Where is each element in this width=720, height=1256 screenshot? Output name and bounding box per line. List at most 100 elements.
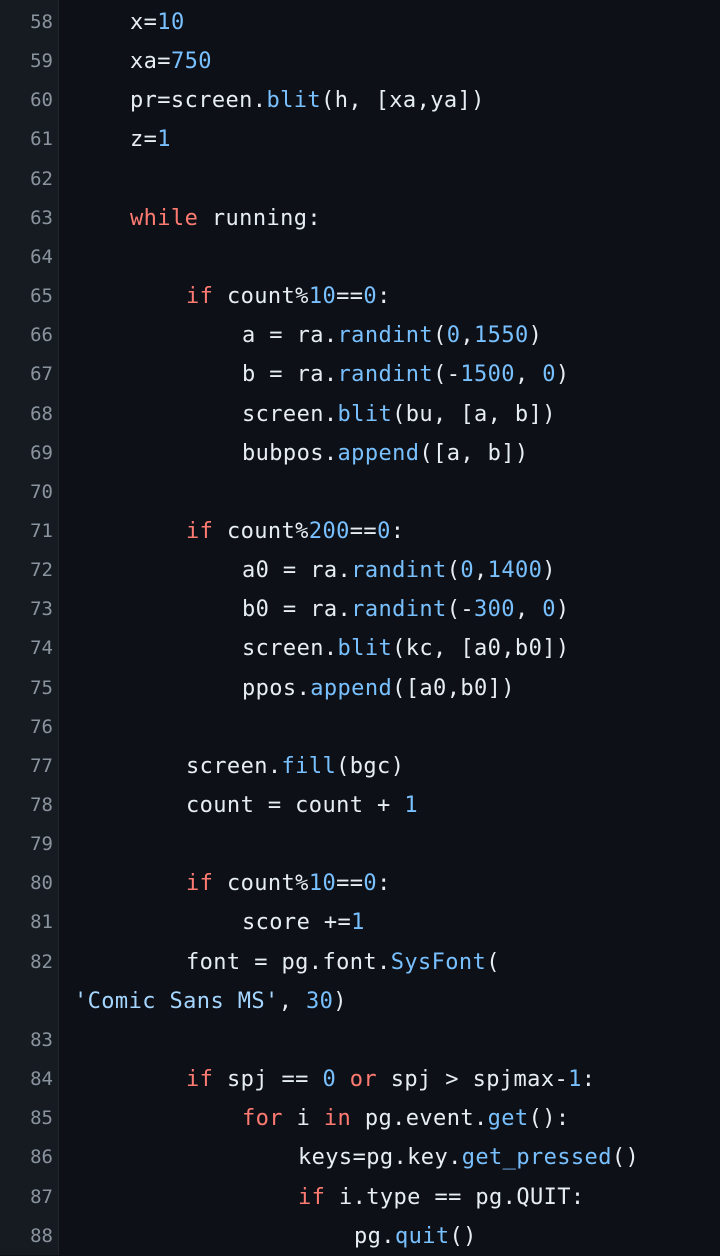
code-token: pg.event. <box>351 1106 488 1132</box>
code-line[interactable]: 85 for i in pg.event.get(): <box>0 1099 720 1138</box>
code-line[interactable]: 65 if count%10==0: <box>0 277 720 316</box>
code-token: 1500 <box>460 362 515 388</box>
code-token: get <box>487 1106 529 1132</box>
code-token: 1 <box>157 127 171 153</box>
code-line[interactable]: 76 <box>0 708 720 747</box>
code-token: (bu, [a, b]) <box>392 401 556 427</box>
code-line[interactable]: 66 a = ra.randint(0,1550) <box>0 316 720 355</box>
line-number: 88 <box>30 1224 53 1247</box>
code-token: (kc, [a0,b0]) <box>392 636 570 662</box>
code-line[interactable]: 70 <box>0 473 720 512</box>
code-token: ([a, b]) <box>419 440 529 466</box>
code-line[interactable]: 79 <box>0 825 720 864</box>
code-token: : <box>581 1067 596 1093</box>
code-line[interactable]: 67 b = ra.randint(-1500, 0) <box>0 355 720 394</box>
code-token: append <box>337 440 420 466</box>
code-line[interactable]: 64 <box>0 238 720 277</box>
code-line[interactable]: 74 screen.blit(kc, [a0,b0]) <box>0 629 720 668</box>
code-line[interactable]: 77 screen.fill(bgc) <box>0 747 720 786</box>
code-token: == <box>336 284 364 310</box>
code-line[interactable]: 59 xa=750 <box>0 42 720 81</box>
code-line[interactable]: 63 while running: <box>0 199 720 238</box>
code-token: 0 <box>460 558 475 584</box>
code-line[interactable]: 69 bubpos.append([a, b]) <box>0 434 720 473</box>
code-token: while <box>130 205 199 231</box>
code-token: SysFont <box>390 949 487 975</box>
code-line[interactable]: 72 a0 = ra.randint(0,1400) <box>0 551 720 590</box>
code-line[interactable]: 80 if count%10==0: <box>0 864 720 903</box>
code-text: z=1 <box>130 120 171 159</box>
code-token: 0 <box>377 518 391 544</box>
code-token: 1400 <box>487 558 543 584</box>
code-token: , <box>460 323 475 349</box>
code-line[interactable]: 58 x=10 <box>0 3 720 42</box>
code-text: for i in pg.event.get(): <box>242 1099 570 1138</box>
code-text: pg.quit() <box>354 1217 477 1256</box>
code-token: running: <box>198 205 322 231</box>
code-text: while running: <box>130 199 321 238</box>
code-line[interactable]: 73 b0 = ra.randint(-300, 0) <box>0 590 720 629</box>
code-line[interactable]: 61 z=1 <box>0 120 720 159</box>
code-line[interactable]: 83 <box>0 1021 720 1060</box>
code-text: x=10 <box>130 3 185 42</box>
code-text: a0 = ra.randint(0,1400) <box>242 551 556 590</box>
code-token: ( <box>486 949 500 975</box>
code-token: : <box>377 871 391 897</box>
code-line[interactable]: 60 pr=screen.blit(h, [xa,ya]) <box>0 81 720 120</box>
code-token: ) <box>528 323 543 349</box>
code-token: randint <box>351 558 447 584</box>
line-number: 83 <box>30 1028 53 1051</box>
code-token: spj == <box>213 1067 323 1093</box>
code-editor[interactable]: 58 x=10 59 xa=750 60 pr=screen.blit(h, [xa,ya… <box>0 0 720 1255</box>
code-text: pr=screen.blit(h, [xa,ya]) <box>130 81 485 120</box>
code-line[interactable]: 88 pg.quit() <box>0 1217 720 1256</box>
code-line[interactable]: 71 if count%200==0: <box>0 512 720 551</box>
code-text: screen.fill(bgc) <box>186 747 404 786</box>
code-token: == <box>349 518 378 544</box>
line-number: 77 <box>30 754 53 777</box>
code-token: , <box>514 597 543 623</box>
code-token: 30 <box>305 988 334 1014</box>
code-token: if <box>186 284 214 310</box>
code-token: randint <box>337 323 434 349</box>
code-token: count% <box>213 518 309 544</box>
code-line[interactable]: 78 count = count + 1 <box>0 786 720 825</box>
code-token: b0 = ra. <box>242 597 352 623</box>
line-number: 64 <box>30 245 53 268</box>
code-token: 1 <box>568 1067 582 1093</box>
code-token: screen. <box>242 636 338 662</box>
code-token: x= <box>130 10 158 35</box>
code-text: xa=750 <box>130 42 212 81</box>
code-text: screen.blit(bu, [a, b]) <box>242 395 556 434</box>
code-token: ( <box>433 323 447 349</box>
code-token: (): <box>528 1106 570 1132</box>
code-line[interactable]: 84 if spj == 0 or spj > spjmax-1: <box>0 1060 720 1099</box>
line-number: 66 <box>30 324 53 347</box>
line-number: 85 <box>30 1107 53 1130</box>
line-number: 67 <box>30 363 53 386</box>
line-number: 87 <box>30 1185 53 1208</box>
code-token: blit <box>337 636 393 662</box>
code-token: in <box>323 1106 352 1132</box>
code-text: screen.blit(kc, [a0,b0]) <box>242 629 570 668</box>
line-number: 69 <box>30 441 53 464</box>
code-line[interactable]: 86 keys=pg.key.get_pressed() <box>0 1138 720 1177</box>
code-token: count% <box>213 284 309 310</box>
code-line[interactable]: 87 if i.type == pg.QUIT: <box>0 1178 720 1217</box>
code-line[interactable]: 75 ppos.append([a0,b0]) <box>0 669 720 708</box>
code-token: spj > spjmax- <box>377 1067 569 1093</box>
line-number: 59 <box>30 50 53 73</box>
code-line[interactable]: 68 screen.blit(bu, [a, b]) <box>0 395 720 434</box>
code-line[interactable]: 62 <box>0 160 720 199</box>
code-token: ) <box>555 362 570 388</box>
code-line[interactable]: 'Comic Sans MS', 30) <box>0 982 720 1021</box>
code-token: : <box>390 518 405 544</box>
code-token: () <box>611 1145 640 1171</box>
code-text: if i.type == pg.QUIT: <box>298 1178 585 1217</box>
code-token: count% <box>213 871 309 897</box>
code-line[interactable]: 82 font = pg.font.SysFont( <box>0 943 720 982</box>
code-line[interactable]: 81 score +=1 <box>0 903 720 942</box>
line-number: 74 <box>30 637 53 660</box>
code-text: score +=1 <box>242 903 365 942</box>
code-token: blit <box>337 401 393 427</box>
